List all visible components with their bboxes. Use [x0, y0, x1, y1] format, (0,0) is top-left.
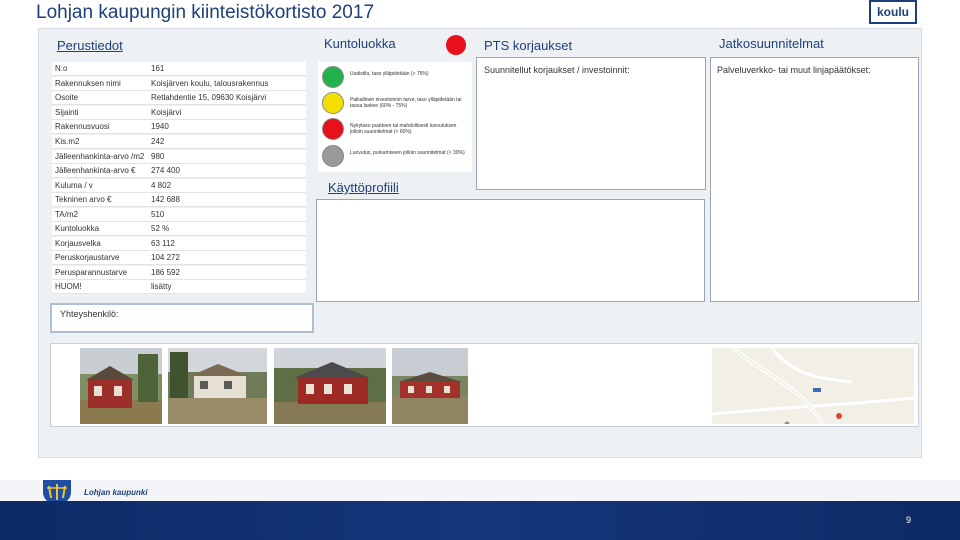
building-type-badge: koulu: [869, 0, 917, 24]
brand-wordmark: Lohjan kaupunki: [84, 488, 148, 497]
info-label: Rakennuksen nimi: [55, 79, 121, 88]
usage-profile-heading: Käyttöprofiili: [328, 180, 399, 195]
condition-legend-text: Luovutus, purkamiseen jolloin suunnitelm…: [350, 150, 465, 156]
info-row: HUOM! lisätty: [52, 280, 306, 294]
info-label: Rakennusvuosi: [55, 122, 110, 131]
info-row: Jälleenhankinta-arvo € 274 400: [52, 164, 306, 178]
info-row: Rakennusvuosi 1940: [52, 120, 306, 134]
info-value: 242: [151, 137, 165, 146]
repairs-subheading: Suunnitellut korjaukset / investoinnit:: [484, 65, 630, 75]
condition-legend-swatch-icon: [322, 118, 344, 140]
info-value: Koisjärvi: [151, 108, 182, 117]
repairs-box: [476, 57, 706, 190]
plans-subheading: Palveluverkko- tai muut linjapäätökset:: [717, 65, 871, 75]
info-label: HUOM!: [55, 282, 82, 291]
info-value: 161: [151, 64, 165, 73]
info-label: Tekninen arvo €: [55, 195, 112, 204]
info-value: 52 %: [151, 224, 170, 233]
info-row: Korjausvelka 63 112: [52, 237, 306, 251]
info-label: Kuluma / v: [55, 181, 93, 190]
info-label: N:o: [55, 64, 68, 73]
condition-legend-text: Uudistila, taso ylläpidetään (> 75%): [350, 71, 429, 77]
condition-legend-swatch-icon: [322, 145, 344, 167]
info-label: Osoite: [55, 93, 79, 102]
condition-indicator-icon: [446, 35, 466, 55]
plans-heading: Jatkosuunnitelmat: [719, 36, 824, 51]
info-row: Osoite Retlahdentie 15, 09630 Koisjärvi: [52, 91, 306, 105]
info-value: 510: [151, 210, 165, 219]
condition-legend-swatch-icon: [322, 92, 344, 114]
info-row: Jälleenhankinta-arvo /m2 980: [52, 150, 306, 164]
info-value: Retlahdentie 15, 09630 Koisjärvi: [151, 93, 267, 102]
page-number: 9: [906, 515, 912, 525]
building-photo-3: [274, 348, 386, 424]
info-row: TA/m2 510: [52, 208, 306, 222]
info-label: Jälleenhankinta-arvo /m2: [55, 152, 145, 161]
info-row: Kuntoluokka 52 %: [52, 222, 306, 236]
info-label: Peruskorjaustarve: [55, 253, 120, 262]
info-label: Jälleenhankinta-arvo €: [55, 166, 136, 175]
info-value: lisätty: [151, 282, 172, 291]
location-map: [712, 348, 914, 424]
info-value: Koisjärven koulu, talousrakennus: [151, 79, 269, 88]
building-photo-4: [392, 348, 468, 424]
info-row: Tekninen arvo € 142 688: [52, 193, 306, 207]
info-label: TA/m2: [55, 210, 78, 219]
info-label: Kuntoluokka: [55, 224, 100, 233]
usage-profile-box: [316, 199, 705, 302]
info-label: Sijainti: [55, 108, 79, 117]
info-row: N:o 161: [52, 62, 306, 76]
info-row: Rakennuksen nimi Koisjärven koulu, talous…: [52, 77, 306, 91]
info-label: Korjausvelka: [55, 239, 101, 248]
footer-band: [0, 501, 960, 540]
contact-label: Yhteyshenkilö:: [60, 309, 119, 319]
info-label: Perusparannustarve: [55, 268, 128, 277]
plans-box: [710, 57, 919, 302]
info-value: 142 688: [151, 195, 180, 204]
info-row: Perusparannustarve 186 592: [52, 266, 306, 280]
building-photo-1: [80, 348, 162, 424]
condition-legend-swatch-icon: [322, 66, 344, 88]
page-title: Lohjan kaupungin kiinteistökortisto 2017: [36, 2, 375, 23]
condition-heading: Kuntoluokka: [324, 36, 396, 51]
info-row: Kuluma / v 4 802: [52, 179, 306, 193]
info-value: 980: [151, 152, 165, 161]
info-value: 63 112: [151, 239, 175, 248]
info-row: Sijainti Koisjärvi: [52, 106, 306, 120]
info-row: Kis.m2 242: [52, 135, 306, 149]
info-value: 186 592: [151, 268, 180, 277]
condition-legend-text: Nykytaso puutteen tai mahdollisesti luov…: [350, 123, 457, 135]
info-value: 1940: [151, 122, 169, 131]
info-value: 4 802: [151, 181, 172, 190]
info-row: Peruskorjaustarve 104 272: [52, 251, 306, 265]
basic-info-heading: Perustiedot: [57, 38, 123, 53]
building-photo-2: [168, 348, 267, 424]
info-label: Kis.m2: [55, 137, 80, 146]
info-value: 274 400: [151, 166, 180, 175]
info-value: 104 272: [151, 253, 180, 262]
condition-legend-text: Paikallinen investoinnin tarve, taso yll…: [350, 97, 462, 109]
repairs-heading: PTS korjaukset: [484, 38, 573, 53]
